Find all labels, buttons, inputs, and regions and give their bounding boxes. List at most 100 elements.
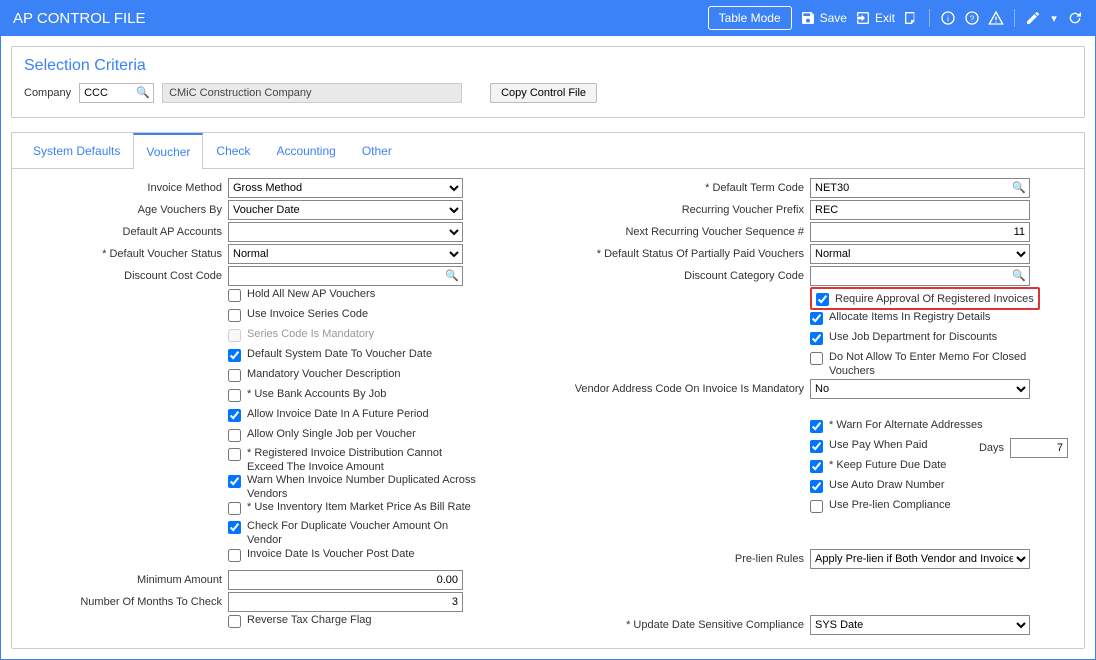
hold-all-checkbox[interactable] xyxy=(228,289,241,302)
svg-text:i: i xyxy=(947,14,949,23)
default-voucher-status-label: Default Voucher Status xyxy=(28,248,228,260)
use-bank-by-job-checkbox[interactable] xyxy=(228,389,241,402)
use-prelien-comp-label: Use Pre-lien Compliance xyxy=(829,498,951,512)
warn-alt-addr-checkbox[interactable] xyxy=(810,420,823,433)
use-job-dept-label: Use Job Department for Discounts xyxy=(829,330,997,344)
use-pay-when-paid-checkbox[interactable] xyxy=(810,440,823,453)
no-memo-closed-checkbox[interactable] xyxy=(810,352,823,365)
vendor-addr-mand-label: Vendor Address Code On Invoice Is Mandat… xyxy=(560,383,810,395)
tab-other[interactable]: Other xyxy=(349,133,405,169)
default-status-ppv-select[interactable]: Normal xyxy=(810,244,1030,264)
chevron-down-icon[interactable]: ▾ xyxy=(1049,10,1059,26)
require-approval-checkbox[interactable] xyxy=(816,293,829,306)
require-approval-label: Require Approval Of Registered Invoices xyxy=(835,292,1034,306)
default-term-lookup[interactable]: 🔍 xyxy=(810,178,1030,198)
next-recur-seq-label: Next Recurring Voucher Sequence # xyxy=(560,226,810,238)
vendor-addr-mand-select[interactable]: No xyxy=(810,379,1030,399)
series-mandatory-label: Series Code Is Mandatory xyxy=(247,327,374,341)
title-actions: Table Mode Save Exit i ? ▾ xyxy=(708,6,1083,30)
use-auto-draw-checkbox[interactable] xyxy=(810,480,823,493)
page-title: AP CONTROL FILE xyxy=(13,10,146,27)
age-vouchers-select[interactable]: Voucher Date xyxy=(228,200,463,220)
mandatory-desc-label: Mandatory Voucher Description xyxy=(247,367,400,381)
table-mode-button[interactable]: Table Mode xyxy=(708,6,792,30)
exit-icon xyxy=(855,10,871,26)
use-job-dept-checkbox[interactable] xyxy=(810,332,823,345)
prelien-rules-select[interactable]: Apply Pre-lien if Both Vendor and Invoic… xyxy=(810,549,1030,569)
default-ap-accounts-label: Default AP Accounts xyxy=(28,226,228,238)
warn-dup-label: Warn When Invoice Number Duplicated Acro… xyxy=(247,473,477,501)
edit-icon[interactable] xyxy=(1025,10,1041,26)
discount-cat-input[interactable] xyxy=(810,266,1030,286)
default-status-ppv-label: Default Status Of Partially Paid Voucher… xyxy=(560,248,810,260)
tab-check[interactable]: Check xyxy=(203,133,263,169)
default-ap-accounts-select[interactable] xyxy=(228,222,463,242)
mandatory-desc-checkbox[interactable] xyxy=(228,369,241,382)
recurring-prefix-input[interactable] xyxy=(810,200,1030,220)
discount-cat-lookup[interactable]: 🔍 xyxy=(810,266,1030,286)
reg-inv-dist-checkbox[interactable] xyxy=(228,448,241,461)
invoice-method-label: Invoice Method xyxy=(28,182,228,194)
allocate-items-label: Allocate Items In Registry Details xyxy=(829,310,990,324)
discount-cost-code-lookup[interactable]: 🔍 xyxy=(228,266,463,286)
inv-date-is-post-checkbox[interactable] xyxy=(228,549,241,562)
reverse-tax-checkbox[interactable] xyxy=(228,615,241,628)
reverse-tax-label: Reverse Tax Charge Flag xyxy=(247,613,372,627)
content-area: Selection Criteria Company 🔍 CMiC Constr… xyxy=(0,36,1096,660)
allow-single-job-checkbox[interactable] xyxy=(228,429,241,442)
tab-system-defaults[interactable]: System Defaults xyxy=(20,133,133,169)
recurring-prefix-label: Recurring Voucher Prefix xyxy=(560,204,810,216)
default-term-label: Default Term Code xyxy=(560,182,810,194)
refresh-icon[interactable] xyxy=(1067,10,1083,26)
minimum-amount-label: Minimum Amount xyxy=(28,574,228,586)
voucher-left-column: Invoice Method Gross Method Age Vouchers… xyxy=(28,177,536,636)
company-code-input[interactable] xyxy=(79,83,154,103)
selection-criteria-panel: Selection Criteria Company 🔍 CMiC Constr… xyxy=(11,46,1085,118)
use-invoice-series-label: Use Invoice Series Code xyxy=(247,307,368,321)
inv-date-is-post-label: Invoice Date Is Voucher Post Date xyxy=(247,547,415,561)
tab-voucher[interactable]: Voucher xyxy=(133,133,203,169)
months-to-check-label: Number Of Months To Check xyxy=(28,596,228,608)
allow-future-checkbox[interactable] xyxy=(228,409,241,422)
minimum-amount-input[interactable] xyxy=(228,570,463,590)
warn-alt-addr-label: Warn For Alternate Addresses xyxy=(829,418,983,432)
hold-all-label: Hold All New AP Vouchers xyxy=(247,287,375,301)
discount-cat-label: Discount Category Code xyxy=(560,270,810,282)
next-recur-seq-input[interactable] xyxy=(810,222,1030,242)
tab-bar: System Defaults Voucher Check Accounting… xyxy=(12,133,1084,169)
days-label: Days xyxy=(979,442,1004,454)
allocate-items-checkbox[interactable] xyxy=(810,312,823,325)
days-input[interactable] xyxy=(1010,438,1068,458)
discount-cost-code-input[interactable] xyxy=(228,266,463,286)
default-sys-date-checkbox[interactable] xyxy=(228,349,241,362)
months-to-check-input[interactable] xyxy=(228,592,463,612)
copy-control-file-button[interactable]: Copy Control File xyxy=(490,83,597,103)
inv-item-price-checkbox[interactable] xyxy=(228,502,241,515)
update-date-sens-select[interactable]: SYS Date xyxy=(810,615,1030,635)
reg-inv-dist-label: Registered Invoice Distribution Cannot E… xyxy=(247,446,477,474)
use-prelien-comp-checkbox[interactable] xyxy=(810,500,823,513)
series-mandatory-checkbox xyxy=(228,329,241,342)
info-icon[interactable]: i xyxy=(940,10,956,26)
alert-icon[interactable] xyxy=(988,10,1004,26)
tab-accounting[interactable]: Accounting xyxy=(263,133,348,169)
default-sys-date-label: Default System Date To Voucher Date xyxy=(247,347,432,361)
default-voucher-status-select[interactable]: Normal xyxy=(228,244,463,264)
notes-icon[interactable] xyxy=(903,10,919,26)
title-bar: AP CONTROL FILE Table Mode Save Exit i ?… xyxy=(0,0,1096,36)
company-label: Company xyxy=(24,87,71,99)
company-code-lookup[interactable]: 🔍 xyxy=(79,83,154,103)
use-auto-draw-label: Use Auto Draw Number xyxy=(829,478,945,492)
warn-dup-checkbox[interactable] xyxy=(228,475,241,488)
prelien-rules-label: Pre-lien Rules xyxy=(560,553,810,565)
save-icon xyxy=(800,10,816,26)
exit-button[interactable]: Exit xyxy=(855,10,895,26)
save-button[interactable]: Save xyxy=(800,10,847,26)
help-icon[interactable]: ? xyxy=(964,10,980,26)
check-dup-vchr-checkbox[interactable] xyxy=(228,521,241,534)
invoice-method-select[interactable]: Gross Method xyxy=(228,178,463,198)
use-invoice-series-checkbox[interactable] xyxy=(228,309,241,322)
keep-future-due-checkbox[interactable] xyxy=(810,460,823,473)
default-term-input[interactable] xyxy=(810,178,1030,198)
tabs-panel: System Defaults Voucher Check Accounting… xyxy=(11,132,1085,649)
